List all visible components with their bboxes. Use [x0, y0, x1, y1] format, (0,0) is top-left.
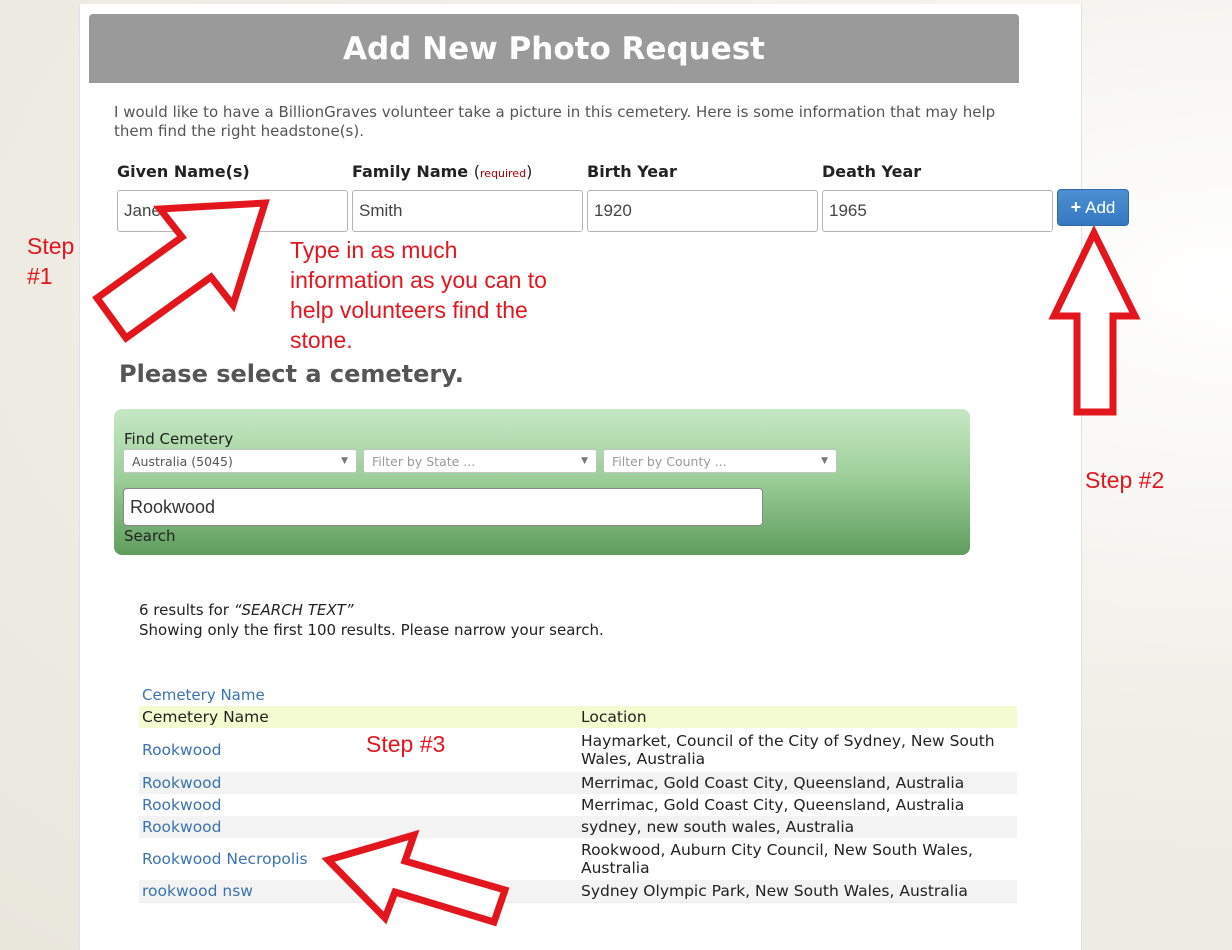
birth-year-input[interactable] — [587, 190, 818, 232]
table-row: Rookwood Merrimac, Gold Coast City, Quee… — [139, 772, 1017, 794]
cemetery-location: Sydney Olympic Park, New South Wales, Au… — [578, 880, 1017, 903]
state-select-placeholder: Filter by State ... — [372, 453, 476, 469]
results-count: 6 results for “SEARCH TEXT” — [139, 600, 604, 620]
county-select-placeholder: Filter by County ... — [612, 453, 727, 469]
death-year-input[interactable] — [822, 190, 1053, 232]
cemetery-link[interactable]: Rookwood — [139, 728, 578, 772]
death-year-label: Death Year — [822, 162, 922, 181]
select-cemetery-heading: Please select a cemetery. — [119, 360, 464, 388]
header-cemetery-name: Cemetery Name — [139, 706, 578, 728]
table-row: Rookwood Merrimac, Gold Coast City, Quee… — [139, 794, 1017, 816]
page-title: Add New Photo Request — [89, 14, 1019, 83]
step1-note: Type in as much information as you can t… — [290, 237, 547, 353]
table-row: rookwood nsw Sydney Olympic Park, New So… — [139, 880, 1017, 903]
cemetery-location: Merrimac, Gold Coast City, Queensland, A… — [578, 772, 1017, 794]
cemetery-location: sydney, new south wales, Australia — [578, 816, 1017, 838]
results-query: “SEARCH TEXT” — [233, 601, 354, 619]
table-row: Rookwood sydney, new south wales, Austra… — [139, 816, 1017, 838]
find-cemetery-label: Find Cemetery — [124, 430, 234, 448]
add-button-label: Add — [1085, 197, 1116, 217]
cemetery-location: Rookwood, Auburn City Council, New South… — [581, 841, 973, 877]
results-limit-note: Showing only the first 100 results. Plea… — [139, 621, 604, 639]
header-location: Location — [578, 706, 1017, 728]
cemetery-location: Haymarket, Council of the City of Sydney… — [581, 732, 995, 768]
given-name-input[interactable] — [117, 190, 348, 232]
intro-text: I would like to have a BillionGraves vol… — [114, 103, 996, 140]
step1-label: Step #1 — [27, 233, 75, 289]
required-word: required — [479, 167, 527, 180]
birth-year-label: Birth Year — [587, 162, 677, 181]
state-select[interactable]: Filter by State ... ▼ — [363, 449, 597, 473]
plus-icon: + — [1070, 197, 1082, 217]
add-button[interactable]: + Add — [1057, 189, 1129, 226]
family-name-label-text: Family Name — [352, 162, 469, 181]
cemetery-location: Merrimac, Gold Coast City, Queensland, A… — [581, 796, 965, 814]
family-name-label: Family Name (required) — [352, 162, 532, 181]
given-name-label: Given Name(s) — [117, 162, 250, 181]
cemetery-link[interactable]: Rookwood Necropolis — [139, 838, 578, 880]
results-table: Cemetery Name Location Rookwood Haymarke… — [139, 706, 1017, 903]
search-label: Search — [124, 527, 176, 545]
cemetery-link[interactable]: rookwood nsw — [139, 880, 578, 903]
cemetery-link[interactable]: Rookwood — [139, 772, 578, 794]
cemetery-search-input[interactable] — [123, 488, 763, 526]
country-select-value: Australia (5045) — [132, 453, 233, 469]
country-select[interactable]: Australia (5045) ▼ — [123, 449, 357, 473]
cemetery-link[interactable]: Rookwood — [139, 794, 578, 816]
table-row: Rookwood Haymarket, Council of the City … — [139, 728, 1017, 772]
chevron-down-icon: ▼ — [581, 456, 588, 466]
cemetery-link[interactable]: Rookwood — [139, 816, 578, 838]
step2-label: Step #2 — [1085, 467, 1165, 493]
required-note: (required) — [473, 162, 533, 181]
results-count-text: 6 results for — [139, 601, 229, 619]
family-name-input[interactable] — [352, 190, 583, 232]
results-summary: 6 results for “SEARCH TEXT” Showing only… — [139, 600, 604, 640]
results-header-row: Cemetery Name Location — [139, 706, 1017, 728]
chevron-down-icon: ▼ — [821, 456, 828, 466]
county-select[interactable]: Filter by County ... ▼ — [603, 449, 837, 473]
find-cemetery-box: Find Cemetery Australia (5045) ▼ Filter … — [114, 409, 970, 555]
sort-by-cemetery-name-link[interactable]: Cemetery Name — [142, 686, 265, 704]
table-row: Rookwood Necropolis Rookwood, Auburn Cit… — [139, 838, 1017, 880]
chevron-down-icon: ▼ — [341, 456, 348, 466]
